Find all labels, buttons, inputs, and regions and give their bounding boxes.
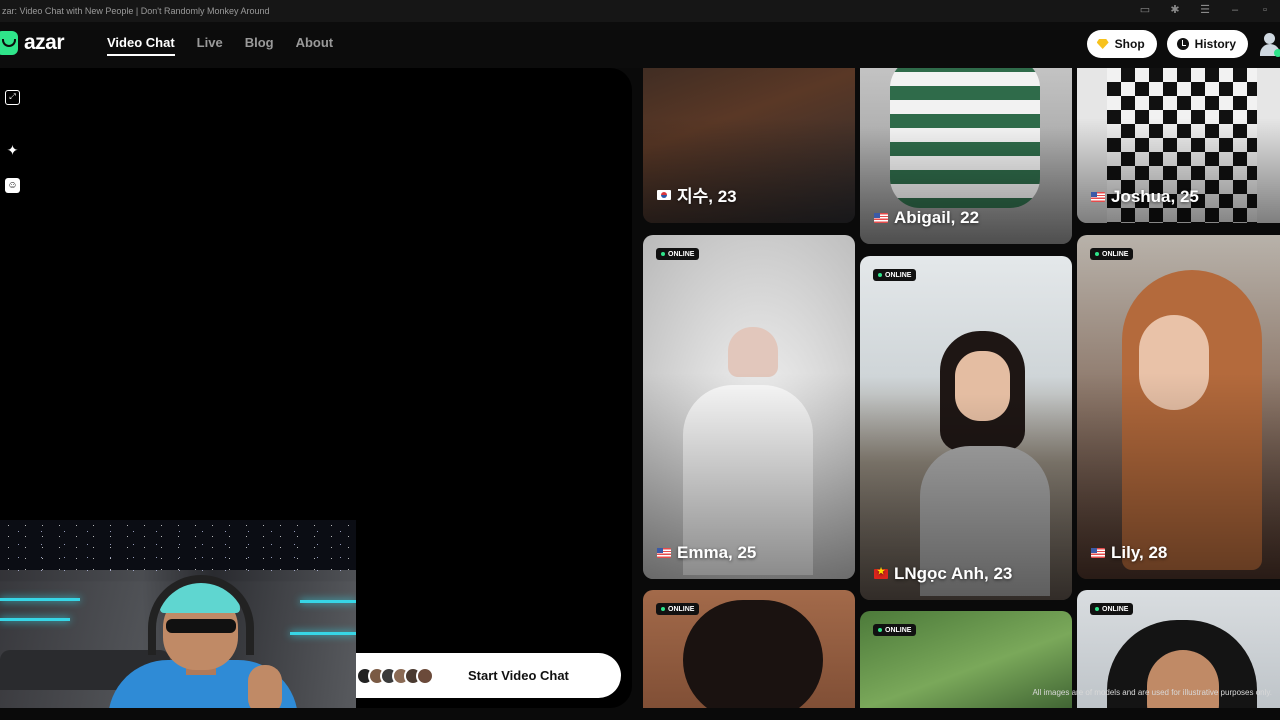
profile-name: Joshua, 25 [1091, 187, 1199, 207]
online-badge: ONLINE [1090, 603, 1134, 615]
profile-name: Lily, 28 [1091, 543, 1167, 563]
profile-name-text: Emma, 25 [677, 543, 757, 562]
user-avatar-icon[interactable] [1260, 31, 1280, 57]
avatar-stack [356, 666, 434, 685]
profile-name-text: Lily, 28 [1111, 543, 1168, 562]
profile-name: Abigail, 22 [874, 208, 979, 228]
nav-links: Video Chat Live Blog About [107, 35, 333, 56]
menu-icon[interactable]: ☰ [1198, 3, 1212, 17]
window-titlebar: zar: Video Chat with New People | Don't … [0, 0, 1280, 22]
nav-link-blog[interactable]: Blog [245, 35, 274, 56]
history-button[interactable]: History [1166, 30, 1248, 58]
extension-icon[interactable]: ✱ [1168, 3, 1182, 17]
profile-card[interactable]: ONLINE LNgọc Anh, 23 [860, 256, 1072, 600]
flag-icon [657, 548, 671, 558]
avatar [416, 666, 434, 685]
profile-name-text: 지수, 23 [677, 187, 737, 206]
sparkle-icon[interactable]: ✦ [5, 143, 20, 158]
face-filter-icon[interactable]: ☺ [5, 178, 20, 193]
profile-card[interactable]: ONLINE Lily, 28 [1077, 235, 1280, 579]
azar-logo[interactable]: azar [0, 31, 65, 55]
azar-logo-icon [0, 31, 18, 55]
flag-icon [1091, 192, 1105, 202]
nav-link-video-chat[interactable]: Video Chat [107, 35, 175, 56]
profile-name: 지수, 23 [657, 182, 737, 207]
profile-name: Emma, 25 [657, 543, 756, 563]
diamond-icon [1096, 39, 1109, 49]
top-navigation: azar Video Chat Live Blog About Shop His… [0, 22, 1280, 68]
minimize-icon[interactable]: – [1228, 3, 1242, 17]
profile-card[interactable]: ONLINE [643, 590, 855, 708]
shop-button-label: Shop [1114, 37, 1145, 51]
camera-icon[interactable]: ▭ [1138, 3, 1152, 17]
profile-card[interactable]: ONLINE Emma, 25 [643, 235, 855, 579]
profile-card[interactable]: Abigail, 22 [860, 68, 1072, 244]
flag-icon [1091, 548, 1105, 558]
online-badge: ONLINE [873, 269, 917, 281]
nav-actions: Shop History [1086, 30, 1280, 58]
window-controls: ▭ ✱ ☰ – ▫ [1138, 3, 1272, 17]
restore-icon[interactable]: ▫ [1258, 3, 1272, 17]
profile-name-text: Abigail, 22 [894, 208, 980, 227]
profile-card[interactable]: Joshua, 25 [1077, 68, 1280, 223]
profile-name-text: Joshua, 25 [1111, 187, 1199, 206]
profile-card[interactable]: 지수, 23 [643, 68, 855, 223]
shop-button[interactable]: Shop [1086, 30, 1157, 58]
azar-logo-text: azar [24, 31, 65, 54]
clock-icon [1176, 38, 1189, 50]
online-badge: ONLINE [656, 248, 700, 260]
disclaimer-text: All images are of models and are used fo… [1032, 688, 1272, 697]
video-panel: ⤢ ✦ ☺ Start Video Chat [0, 68, 632, 708]
nav-link-about[interactable]: About [296, 35, 334, 56]
webcam-preview [0, 520, 356, 708]
flag-icon [657, 189, 671, 200]
online-badge: ONLINE [873, 624, 917, 636]
online-badge: ONLINE [1090, 248, 1134, 260]
nav-link-live[interactable]: Live [197, 35, 223, 56]
history-button-label: History [1194, 37, 1236, 51]
flag-icon [874, 566, 888, 579]
profile-name: LNgọc Anh, 23 [874, 564, 1012, 584]
start-video-chat-button[interactable]: Start Video Chat [356, 653, 621, 698]
profile-gallery: 지수, 23 ONLINE Emma, 25 ONLINE Abigail, 2… [640, 68, 1280, 708]
expand-icon[interactable]: ⤢ [5, 90, 20, 105]
window-title: zar: Video Chat with New People | Don't … [2, 6, 270, 16]
flag-icon [874, 213, 888, 223]
profile-name-text: LNgọc Anh, 23 [894, 564, 1013, 583]
video-side-toolbar: ⤢ ✦ ☺ [5, 90, 20, 193]
bottom-strip [0, 708, 1280, 720]
webcam-user [108, 565, 298, 708]
start-video-chat-label: Start Video Chat [468, 668, 569, 683]
online-badge: ONLINE [656, 603, 700, 615]
